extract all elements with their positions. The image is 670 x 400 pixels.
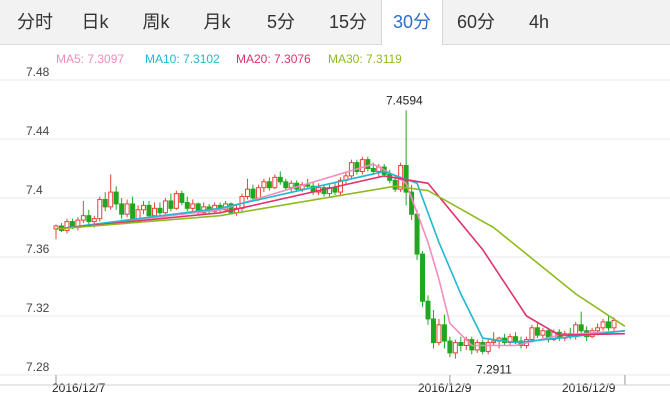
candle-body bbox=[414, 213, 420, 255]
candle-body bbox=[157, 207, 163, 214]
candles bbox=[53, 110, 617, 359]
candle-body bbox=[184, 201, 190, 209]
candle-body bbox=[480, 342, 486, 352]
ma-line-ma20 bbox=[55, 175, 625, 337]
candle-body bbox=[365, 159, 371, 170]
candle-body bbox=[97, 198, 103, 220]
y-tick-label: 7.32 bbox=[26, 301, 50, 315]
candle-body bbox=[288, 182, 294, 189]
candle-body bbox=[392, 179, 398, 190]
candle-body bbox=[272, 176, 278, 189]
grid-lines bbox=[0, 79, 670, 376]
tab-60min[interactable]: 60分 bbox=[445, 0, 507, 44]
candle-body bbox=[595, 327, 601, 332]
y-tick-label: 7.36 bbox=[26, 242, 50, 256]
y-axis: 7.48 7.44 7.4 7.36 7.32 7.28 bbox=[26, 65, 50, 374]
low-price-label: 7.2911 bbox=[476, 363, 512, 377]
tab-15min[interactable]: 15分 bbox=[317, 0, 379, 44]
tab-month-k[interactable]: 月k bbox=[187, 0, 247, 44]
candle-body bbox=[162, 200, 168, 214]
candlestick-chart: 7.487.447.47.367.327.28 2016/12/7 2016/12… bbox=[0, 65, 670, 395]
tab-week-k[interactable]: 周k bbox=[125, 0, 187, 44]
candle-body bbox=[266, 181, 272, 189]
y-tick-label: 7.48 bbox=[26, 65, 50, 79]
candle-body bbox=[173, 193, 179, 209]
candle-body bbox=[611, 319, 617, 329]
candle-body bbox=[151, 207, 157, 217]
candle-body bbox=[135, 209, 141, 220]
candle-body bbox=[332, 187, 338, 193]
candle-body bbox=[425, 300, 431, 320]
candle-body bbox=[600, 321, 606, 329]
candle-body bbox=[529, 327, 535, 341]
candle-body bbox=[441, 324, 447, 342]
candle-body bbox=[491, 340, 497, 344]
tab-day-k[interactable]: 日k bbox=[68, 0, 122, 44]
candle-body bbox=[179, 193, 185, 203]
candle-body bbox=[124, 203, 130, 215]
y-tick-label: 7.44 bbox=[26, 124, 50, 138]
candle-body bbox=[513, 336, 519, 342]
x-tick-label: 2016/12/7 bbox=[52, 381, 106, 395]
candle-body bbox=[348, 162, 354, 177]
candle-body bbox=[119, 203, 125, 215]
candle-body bbox=[80, 215, 86, 221]
y-tick-label: 7.28 bbox=[26, 360, 50, 374]
candle-body bbox=[458, 342, 464, 346]
candle-body bbox=[168, 200, 174, 209]
tab-5min[interactable]: 5分 bbox=[251, 0, 311, 44]
candle-body bbox=[190, 203, 196, 209]
candle-body bbox=[277, 176, 283, 183]
candle-body bbox=[305, 184, 311, 187]
x-tick-label: 2016/12/9 bbox=[562, 381, 616, 395]
candle-body bbox=[108, 191, 114, 208]
candle-body bbox=[606, 321, 612, 329]
candle-body bbox=[102, 198, 108, 208]
candle-body bbox=[447, 340, 453, 354]
candle-body bbox=[244, 188, 250, 198]
tab-30min[interactable]: 30分 bbox=[381, 0, 443, 45]
period-tabbar: 分时 日k 周k 月k 5分 15分 30分 60分 4h bbox=[0, 0, 670, 45]
candle-body bbox=[452, 342, 458, 354]
x-axis: 2016/12/7 2016/12/9 2016/12/9 bbox=[0, 375, 670, 395]
candle-body bbox=[283, 181, 289, 189]
x-tick-label: 2016/12/9 bbox=[418, 381, 472, 395]
candle-body bbox=[86, 215, 92, 223]
candle-body bbox=[250, 188, 256, 199]
candle-body bbox=[534, 327, 540, 336]
candle-body bbox=[420, 253, 426, 302]
y-tick-label: 7.4 bbox=[26, 183, 43, 197]
candle-body bbox=[485, 342, 491, 352]
candle-body bbox=[130, 203, 136, 220]
candle-body bbox=[436, 324, 442, 344]
candle-body bbox=[540, 330, 546, 336]
high-price-label: 7.4594 bbox=[386, 93, 423, 107]
candle-body bbox=[370, 168, 376, 172]
candle-body bbox=[64, 221, 70, 231]
tab-fenshi[interactable]: 分时 bbox=[2, 0, 68, 44]
candle-body bbox=[578, 324, 584, 332]
candle-body bbox=[91, 218, 97, 223]
candle-body bbox=[255, 187, 261, 199]
candle-body bbox=[430, 318, 436, 344]
candle-body bbox=[146, 204, 152, 217]
tab-4h[interactable]: 4h bbox=[514, 0, 564, 44]
candle-body bbox=[141, 204, 147, 211]
candle-body bbox=[359, 159, 365, 172]
candle-body bbox=[261, 181, 267, 189]
candle-body bbox=[113, 191, 119, 205]
